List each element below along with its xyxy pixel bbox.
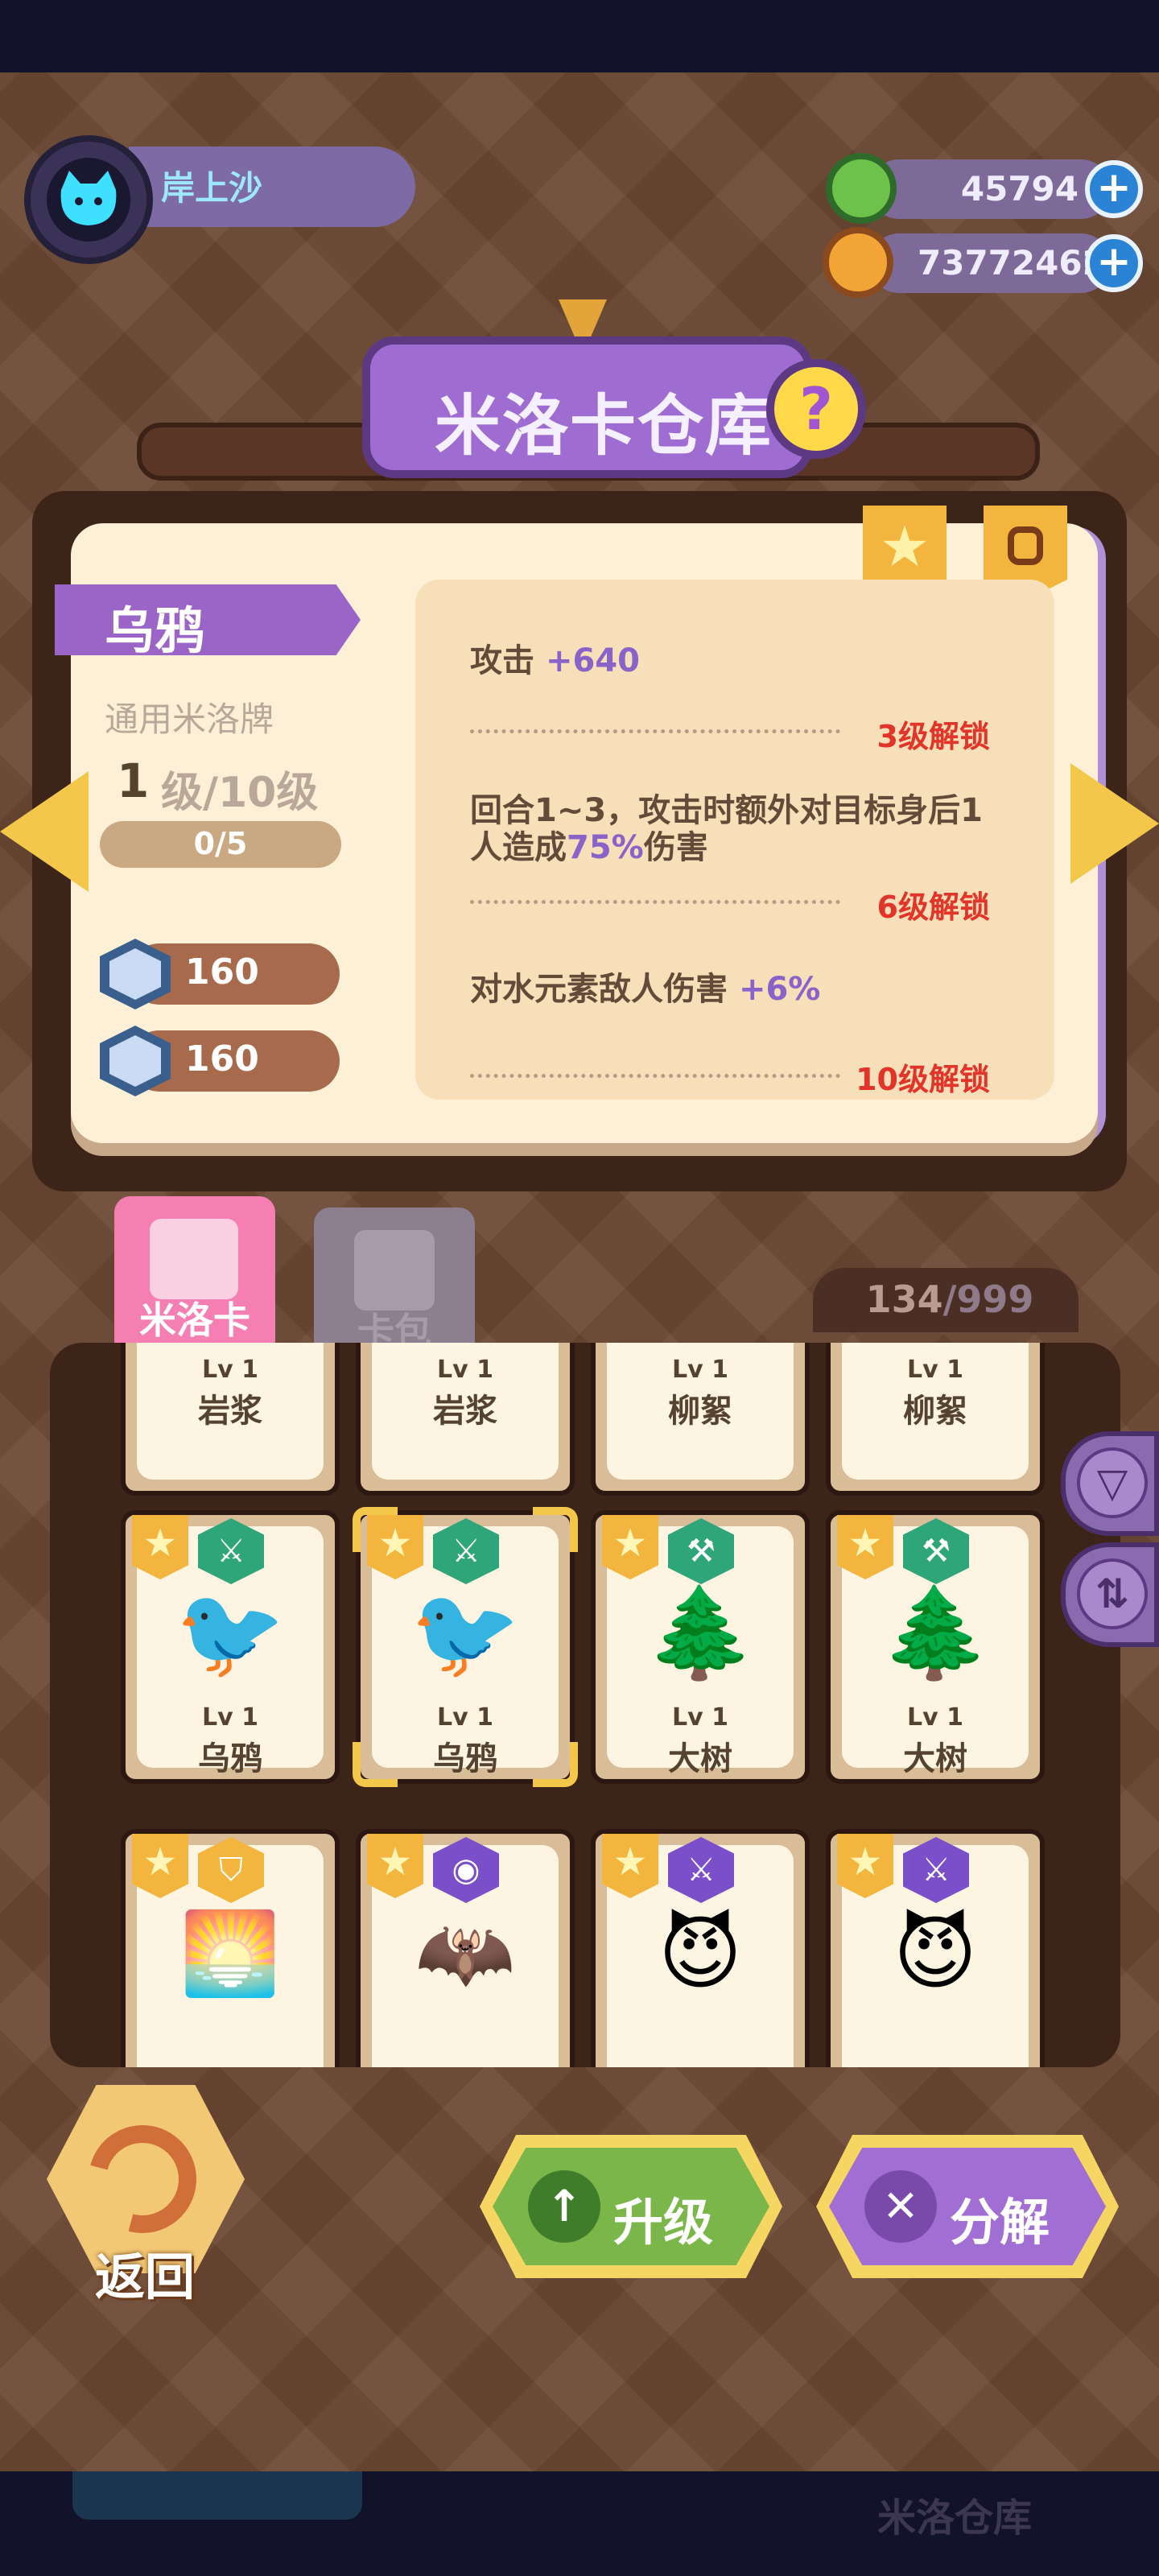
card-name: 大树 (903, 1740, 967, 1777)
card-slot[interactable]: 🐦 Lv 1 乌鸦 ★ ⚔ (121, 1510, 340, 1784)
card-pack-icon (354, 1230, 435, 1311)
skill-divider (470, 729, 840, 733)
skill-2-text: 回合1~3，攻击时额外对目标身后1人造成75%伤害 (470, 792, 984, 866)
page-title: 米洛卡仓库 (435, 388, 773, 464)
card-slot[interactable]: Lv 1 柳絮 (826, 1343, 1045, 1496)
card-level: Lv 1 (672, 1703, 728, 1732)
upgrade-button[interactable]: ↑ 升级 (480, 2135, 782, 2278)
card-level: Lv 1 (437, 1356, 493, 1384)
currency-2-value: 73772462 (918, 243, 1106, 283)
tree-icon: 🌲 (645, 1581, 756, 1684)
card-name: 岩浆 (198, 1393, 262, 1430)
decompose-button[interactable]: ✕ 分解 (816, 2135, 1119, 2278)
planet-coin-icon (823, 227, 893, 298)
skill-1-text: 攻击 +640 (470, 642, 640, 679)
stat-value-1: 160 (185, 952, 259, 993)
card-name: 柳絮 (668, 1393, 732, 1430)
currency-1-value: 45794 (960, 169, 1079, 208)
selection-corner (353, 1742, 398, 1787)
card-progress-bar: 0/5 (100, 821, 341, 868)
card-level: Lv 1 (202, 1356, 258, 1384)
skill-3-text: 对水元素敌人伤害 +6% (470, 971, 821, 1008)
selection-corner (533, 1742, 578, 1787)
filter-button[interactable]: ▽ (1061, 1431, 1159, 1536)
skill-3-unlock: 10级解锁 (856, 1062, 990, 1097)
card-level: Lv 1 (202, 1703, 258, 1732)
skill-2-unlock: 6级解锁 (876, 890, 990, 925)
card-level: Lv 1 (907, 1356, 963, 1384)
tab-label: 米洛卡 (139, 1298, 250, 1342)
card-level: Lv 1 (907, 1703, 963, 1732)
card-name-ribbon (55, 584, 361, 655)
card-name: 乌鸦 (105, 601, 205, 660)
inventory-count: 134/999 (865, 1278, 1034, 1321)
donut-coin-icon (826, 153, 897, 224)
crow-icon: 🐦 (175, 1581, 286, 1684)
card-level-max: 级/10级 (161, 769, 319, 817)
card-slot[interactable]: 🌅 ★ ⛉ (121, 1829, 340, 2067)
help-button[interactable]: ? (766, 359, 866, 459)
game-screen: 岸上沙 45794 + 73772462 + 米洛卡仓库 ? ★ 乌鸦 通用米洛… (0, 0, 1159, 2576)
player-name: 岸上沙 (161, 168, 263, 208)
sunrise-icon: 🌅 (179, 1906, 281, 2000)
card-name: 乌鸦 (198, 1740, 262, 1777)
card-slot[interactable]: 🐦 Lv 1 乌鸦 ★ ⚔ (353, 1507, 578, 1787)
tree-icon: 🌲 (880, 1581, 991, 1684)
card-slot[interactable]: Lv 1 柳絮 (591, 1343, 810, 1496)
card-slot[interactable]: 😈 ★ ⚔ (591, 1829, 810, 2067)
bat-icon: 🦇 (415, 1906, 516, 2000)
background-button (72, 2471, 362, 2520)
card-slot[interactable]: Lv 1 岩浆 (356, 1343, 575, 1496)
arrow-up-icon: ↑ (528, 2170, 600, 2243)
imp-icon: 😈 (658, 1906, 743, 2000)
card-name: 岩浆 (433, 1393, 497, 1430)
card-slot[interactable]: 😈 ★ ⚔ (826, 1829, 1045, 2067)
card-slot[interactable]: 🌲 Lv 1 大树 ★ ⚒ (591, 1510, 810, 1784)
star-icon: ★ (879, 514, 930, 580)
add-currency-1-button[interactable]: + (1085, 160, 1143, 218)
card-name: 柳絮 (903, 1393, 967, 1430)
status-bar (0, 0, 1159, 72)
card-level: 1 (117, 753, 150, 808)
decompose-label: 分解 (950, 2193, 1050, 2252)
skill-divider (470, 1074, 840, 1078)
filter-icon: ▽ (1077, 1447, 1148, 1518)
card-name: 大树 (668, 1740, 732, 1777)
add-currency-2-button[interactable]: + (1085, 234, 1143, 292)
selection-corner (533, 1507, 578, 1552)
skill-divider (470, 900, 840, 904)
card-slot[interactable]: Lv 1 岩浆 (121, 1343, 340, 1496)
stat-value-2: 160 (185, 1038, 259, 1080)
card-type: 通用米洛牌 (105, 700, 274, 739)
background-label: 米洛仓库 (877, 2496, 1033, 2541)
player-avatar[interactable] (24, 135, 153, 264)
card-level: Lv 1 (437, 1703, 493, 1732)
card-level: Lv 1 (672, 1356, 728, 1384)
card-icon (150, 1219, 238, 1299)
sort-icon: ⇅ (1077, 1558, 1148, 1629)
imp-icon: 😈 (893, 1906, 978, 2000)
card-slot[interactable]: 🦇 ★ ◉ (356, 1829, 575, 2067)
progress-text: 0/5 (193, 826, 248, 861)
skill-1-unlock: 3级解锁 (876, 719, 990, 754)
lock-icon (1008, 526, 1043, 565)
selection-corner (353, 1507, 398, 1552)
tab-milo-card[interactable]: 米洛卡 (114, 1196, 275, 1357)
crow-icon: 🐦 (410, 1581, 521, 1684)
card-slot[interactable]: 🌲 Lv 1 大树 ★ ⚒ (826, 1510, 1045, 1784)
upgrade-label: 升级 (613, 2193, 714, 2252)
sort-button[interactable]: ⇅ (1061, 1542, 1159, 1647)
card-grid[interactable]: Lv 1 岩浆 Lv 1 岩浆 Lv 1 柳絮 Lv 1 柳絮 🐦 Lv 1 乌鸦 ★ … (50, 1343, 1120, 2067)
cat-avatar-icon (60, 171, 117, 225)
close-icon: ✕ (864, 2170, 937, 2243)
back-label: 返回 (94, 2248, 195, 2306)
